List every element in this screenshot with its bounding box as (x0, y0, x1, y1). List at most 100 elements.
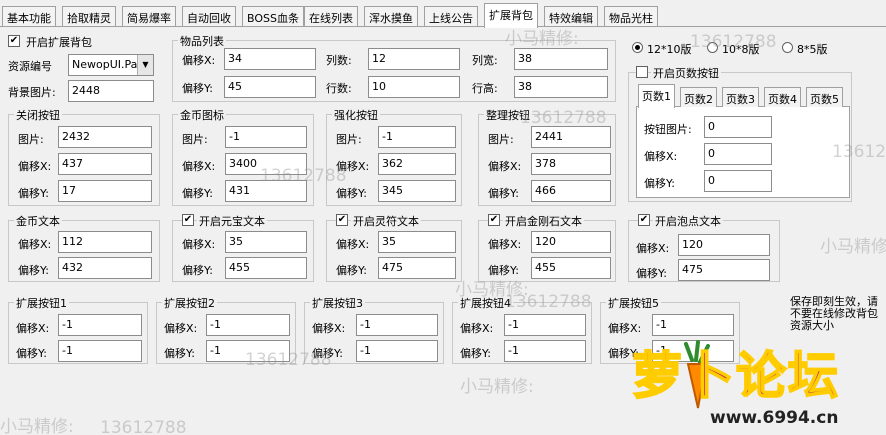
tidy-btn-x-label: 偏移X: (488, 160, 522, 173)
strengthen-btn-img-input[interactable]: -1 (378, 126, 456, 148)
tab-bar: 基本功能 拾取精灵 简易爆率 自动回收 BOSS血条 在线列表 浑水摸鱼 上线公… (0, 0, 886, 28)
chevron-down-icon[interactable]: ▼ (137, 55, 153, 75)
ingot-text-y-input[interactable]: 455 (225, 257, 307, 279)
tab-page4[interactable]: 页数4 (764, 87, 801, 107)
close-btn-x-input[interactable]: 437 (58, 153, 152, 175)
gold-icon-img-input[interactable]: -1 (225, 126, 307, 148)
ext-btn4-y-input[interactable]: -1 (504, 340, 586, 362)
tab-ext-bag[interactable]: 扩展背包 (484, 3, 538, 28)
watermark-phone: 13612788 (245, 350, 332, 370)
watermark-phone: 13612788 (520, 108, 607, 128)
ingot-text-checkbox[interactable]: ✔ (182, 214, 194, 226)
tidy-btn-img-input[interactable]: 2441 (531, 126, 611, 148)
tab-fishing[interactable]: 浑水摸鱼 (364, 6, 418, 26)
tab-light-pillar[interactable]: 物品光柱 (604, 6, 658, 26)
soul-text-title: 开启灵符文本 (351, 213, 421, 229)
ext-btn4-x-input[interactable]: -1 (504, 314, 586, 336)
bubble-text-y-label: 偏移Y: (636, 267, 667, 280)
tidy-btn-y-label: 偏移Y: (488, 187, 519, 200)
watermark-name: 小马精修: (0, 417, 74, 435)
soul-text-x-label: 偏移X: (336, 238, 370, 251)
ext-btn1-title: 扩展按钮1 (14, 295, 69, 311)
tab-page2[interactable]: 页数2 (680, 87, 717, 107)
diamond-text-y-input[interactable]: 455 (531, 257, 611, 279)
gold-icon-title: 金币图标 (178, 107, 226, 123)
close-btn-img-label: 图片: (18, 133, 44, 146)
bubble-text-x-input[interactable]: 120 (678, 234, 770, 256)
pages-y-label: 偏移Y: (644, 177, 675, 190)
res-select[interactable]: NewopUI.Pak ▼ (68, 54, 154, 76)
enable-ext-bag-checkbox[interactable]: ✔ (8, 35, 20, 47)
bg-label: 背景图片: (8, 86, 56, 99)
tab-droprate[interactable]: 简易爆率 (122, 6, 176, 26)
gold-icon-y-label: 偏移Y: (182, 187, 213, 200)
ext-btn3-x-input[interactable]: -1 (356, 314, 438, 336)
items-colw-label: 列宽: (472, 54, 498, 67)
logo: 萝卜论坛 www.6994.cn (628, 338, 882, 430)
tab-boss-hp[interactable]: BOSS血条 (242, 6, 304, 26)
strengthen-btn-x-input[interactable]: 362 (378, 153, 456, 175)
ext-btn5-x-label: 偏移X: (608, 322, 642, 335)
tab-online-list[interactable]: 在线列表 (304, 6, 358, 26)
ingot-text-x-label: 偏移X: (182, 238, 216, 251)
ext-btn1-y-label: 偏移Y: (16, 347, 47, 360)
version-12x10-label: 12*10版 (647, 43, 692, 56)
bubble-text-checkbox[interactable]: ✔ (638, 214, 650, 226)
tab-announce[interactable]: 上线公告 (424, 6, 478, 26)
pages-y-input[interactable]: 0 (704, 170, 772, 192)
diamond-text-x-input[interactable]: 120 (531, 231, 611, 253)
bubble-text-y-input[interactable]: 475 (678, 259, 770, 281)
items-rowh-label: 行高: (472, 82, 498, 95)
ext-btn5-title: 扩展按钮5 (606, 295, 661, 311)
logo-text: 萝卜论坛 (631, 347, 840, 405)
gold-text-y-input[interactable]: 432 (58, 257, 152, 279)
diamond-text-checkbox[interactable]: ✔ (488, 214, 500, 226)
ext-btn2-title: 扩展按钮2 (162, 295, 217, 311)
res-label: 资源编号 (8, 60, 52, 73)
soul-text-checkbox[interactable]: ✔ (336, 214, 348, 226)
ext-btn1-x-input[interactable]: -1 (58, 314, 142, 336)
tab-recycle[interactable]: 自动回收 (182, 6, 236, 26)
enable-pages-checkbox[interactable] (636, 66, 648, 78)
soul-text-y-input[interactable]: 475 (378, 257, 456, 279)
tab-effects[interactable]: 特效编辑 (544, 6, 598, 26)
bubble-text-title: 开启泡点文本 (653, 213, 723, 229)
pages-img-input[interactable]: 0 (704, 116, 772, 138)
ext-btn5-x-input[interactable]: -1 (652, 314, 734, 336)
tidy-btn-x-input[interactable]: 378 (531, 153, 611, 175)
tab-page1[interactable]: 页数1 (638, 84, 675, 108)
ext-btn2-x-input[interactable]: -1 (206, 314, 290, 336)
items-offx-input[interactable]: 34 (224, 48, 316, 70)
strengthen-btn-y-input[interactable]: 345 (378, 180, 456, 202)
gold-text-x-input[interactable]: 112 (58, 231, 152, 253)
items-rowh-input[interactable]: 38 (514, 76, 608, 98)
tab-basic[interactable]: 基本功能 (2, 6, 56, 26)
close-btn-y-input[interactable]: 17 (58, 180, 152, 202)
close-btn-y-label: 偏移Y: (18, 187, 49, 200)
items-rows-input[interactable]: 10 (368, 76, 460, 98)
tidy-btn-y-input[interactable]: 466 (531, 180, 611, 202)
tab-page3[interactable]: 页数3 (722, 87, 759, 107)
pages-x-input[interactable]: 0 (704, 143, 772, 165)
ext-btn3-title: 扩展按钮3 (310, 295, 365, 311)
soul-text-x-input[interactable]: 35 (378, 231, 456, 253)
items-offy-input[interactable]: 45 (224, 76, 316, 98)
bg-input[interactable]: 2448 (68, 80, 154, 102)
version-8x5-radio[interactable] (782, 42, 793, 53)
watermark-phone: 13612788 (832, 142, 886, 162)
ext-btn3-y-input[interactable]: -1 (356, 340, 438, 362)
version-12x10-radio[interactable] (632, 42, 643, 53)
res-select-value: NewopUI.Pak (72, 58, 144, 71)
ingot-text-x-input[interactable]: 35 (225, 231, 307, 253)
ext-btn1-y-input[interactable]: -1 (58, 340, 142, 362)
watermark-phone: 13612788 (100, 418, 187, 435)
ingot-text-y-label: 偏移Y: (182, 264, 213, 277)
items-cols-input[interactable]: 12 (368, 48, 460, 70)
items-colw-input[interactable]: 38 (514, 48, 608, 70)
strengthen-btn-img-label: 图片: (336, 133, 362, 146)
watermark-phone: 13612788 (505, 292, 592, 312)
close-btn-img-input[interactable]: 2432 (58, 126, 152, 148)
ext-btn4-x-label: 偏移X: (460, 322, 494, 335)
tab-page5[interactable]: 页数5 (806, 87, 843, 107)
tab-pickup[interactable]: 拾取精灵 (62, 6, 116, 26)
